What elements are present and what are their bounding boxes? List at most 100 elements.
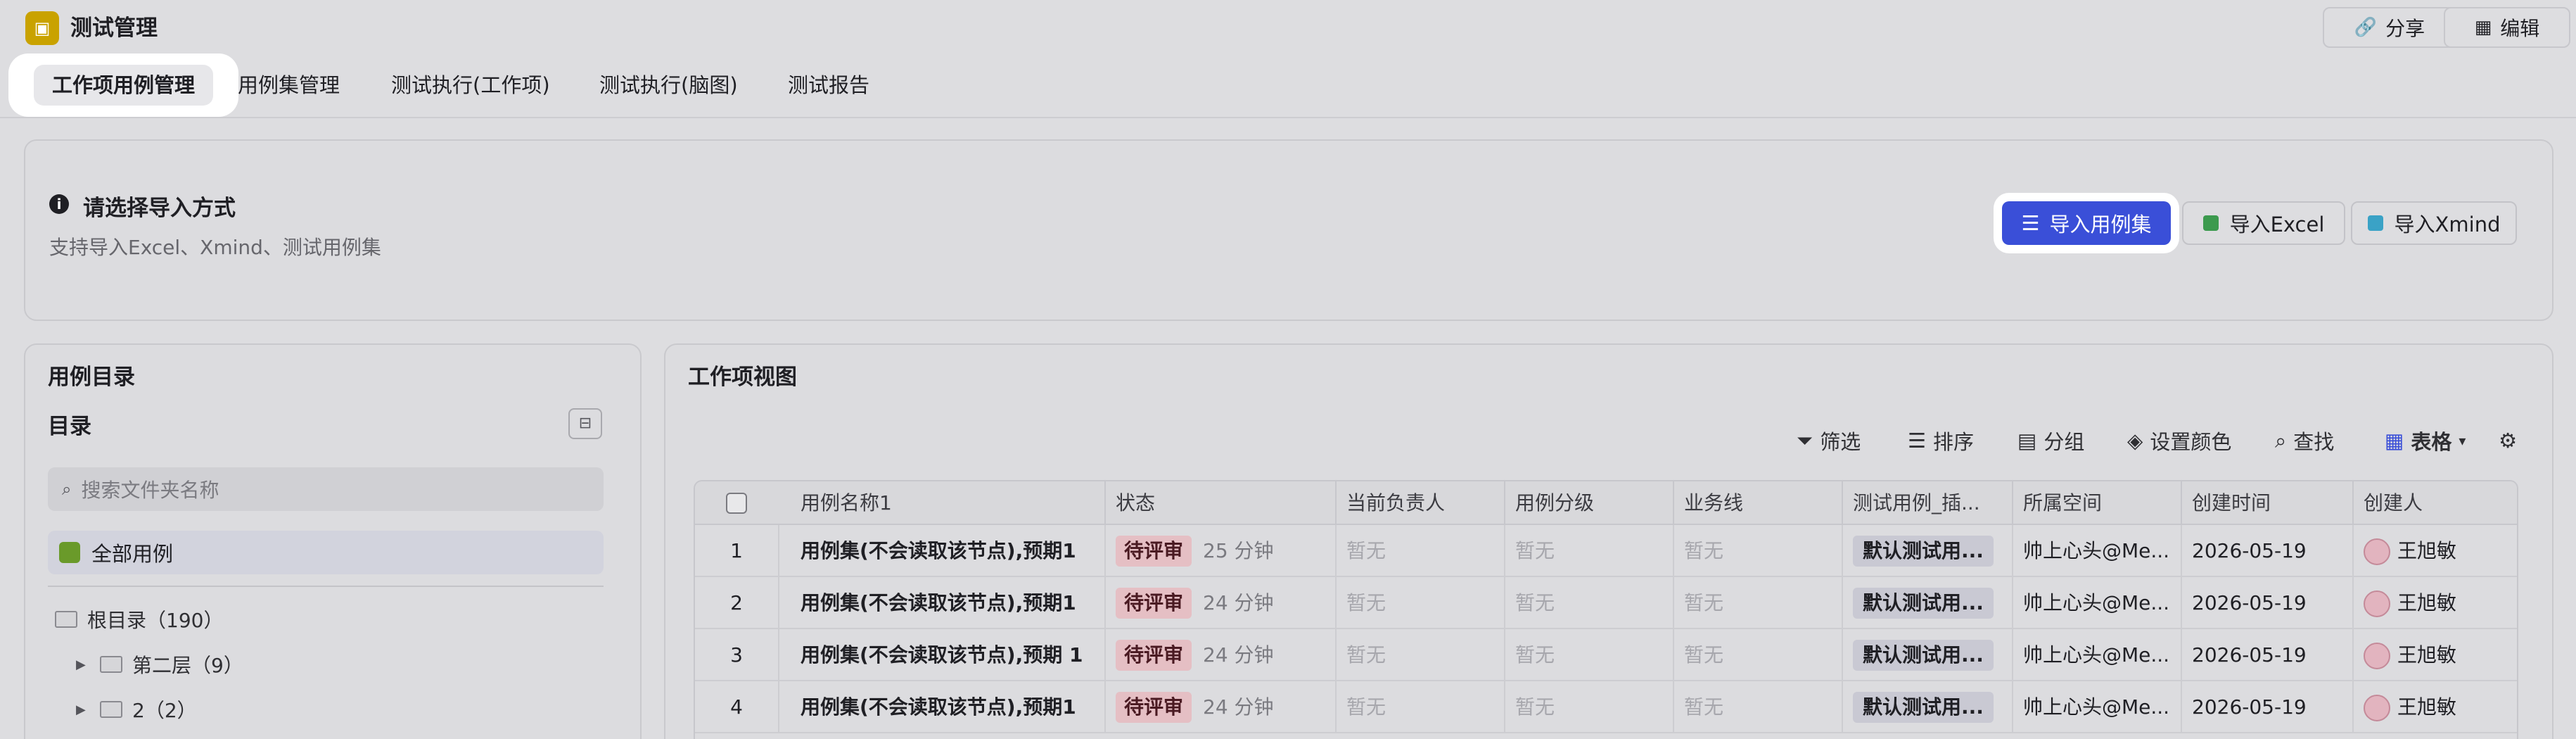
column-header[interactable]: 用例名称1: [801, 481, 892, 525]
space[interactable]: 帅上心头@Me...: [2013, 629, 2182, 681]
creator-cell[interactable]: 王旭敏: [2354, 525, 2517, 577]
all-cases-icon: [59, 542, 80, 563]
plugin-cell[interactable]: 默认测试用...: [1843, 629, 2013, 681]
tab-bar: 工作项用例管理 用例集管理 测试执行(工作项) 测试执行(脑图) 测试报告: [0, 55, 2576, 115]
app-logo-icon: ▣: [25, 11, 59, 45]
case-name[interactable]: 用例集(不会读取该节点),预期1: [779, 525, 1106, 577]
list-import-icon: ☰: [2021, 211, 2040, 235]
column-header[interactable]: 当前负责人: [1337, 481, 1505, 525]
column-header[interactable]: 所属空间: [2013, 481, 2182, 525]
filter-label: 筛选: [1820, 430, 1861, 454]
workitem-view-title: 工作项视图: [688, 365, 797, 390]
settings-button[interactable]: ⚙: [2499, 424, 2517, 457]
case-level[interactable]: 暂无: [1505, 577, 1674, 629]
space[interactable]: 帅上心头@Me...: [2013, 681, 2182, 733]
tab-test-exec-workitem[interactable]: 测试执行(工作项): [391, 55, 550, 115]
business-line[interactable]: 暂无: [1674, 629, 1843, 681]
tree-item-root[interactable]: 根目录（190）: [55, 605, 223, 633]
share-button[interactable]: 🔗 分享: [2323, 7, 2456, 48]
status-cell[interactable]: 待评审 25 分钟: [1106, 525, 1337, 577]
folder-icon: [100, 656, 122, 673]
creator-name: 王旭敏: [2397, 695, 2457, 719]
tab-test-report[interactable]: 测试报告: [788, 55, 869, 115]
view-switch-button[interactable]: ▦ 表格 ▾: [2385, 424, 2466, 457]
excel-icon: [2202, 215, 2219, 231]
folder-icon: [100, 701, 122, 718]
tab-case-set-mgmt[interactable]: 用例集管理: [238, 55, 340, 115]
status-cell[interactable]: 待评审 24 分钟: [1106, 681, 1337, 733]
column-header[interactable]: 用例分级: [1505, 481, 1674, 525]
sort-button[interactable]: ☰ 排序: [1908, 424, 1974, 457]
status-badge: 待评审: [1116, 588, 1192, 619]
caret-right-icon[interactable]: ▶: [76, 657, 90, 672]
owner[interactable]: 暂无: [1337, 681, 1505, 733]
plugin-tag: 默认测试用...: [1853, 640, 1994, 671]
table-row[interactable]: 3 用例集(不会读取该节点),预期 1 待评审 24 分钟 暂无 暂无 暂无 默认…: [695, 629, 2517, 681]
creator-cell[interactable]: 王旭敏: [2354, 577, 2517, 629]
case-name[interactable]: 用例集(不会读取该节点),预期1: [779, 577, 1106, 629]
status-cell[interactable]: 待评审 24 分钟: [1106, 629, 1337, 681]
set-color-label: 设置颜色: [2150, 430, 2232, 454]
all-cases-item[interactable]: 全部用例: [48, 531, 604, 574]
case-name[interactable]: 用例集(不会读取该节点),预期 1: [779, 629, 1106, 681]
import-case-set-label: 导入用例集: [2049, 213, 2152, 236]
owner[interactable]: 暂无: [1337, 525, 1505, 577]
column-header[interactable]: 创建人: [2354, 481, 2517, 525]
search-icon: ⌕: [62, 479, 72, 499]
case-level[interactable]: 暂无: [1505, 525, 1674, 577]
business-line[interactable]: 暂无: [1674, 525, 1843, 577]
plugin-cell[interactable]: 默认测试用...: [1843, 681, 2013, 733]
table-row[interactable]: 1 用例集(不会读取该节点),预期1 待评审 25 分钟 暂无 暂无 暂无 默认测…: [695, 525, 2517, 577]
case-level[interactable]: 暂无: [1505, 681, 1674, 733]
tab-test-exec-mindmap[interactable]: 测试执行(脑图): [599, 55, 738, 115]
find-icon: ⌕: [2275, 428, 2287, 453]
table-row[interactable]: 2 用例集(不会读取该节点),预期1 待评审 24 分钟 暂无 暂无 暂无 默认测…: [695, 577, 2517, 629]
space[interactable]: 帅上心头@Me...: [2013, 577, 2182, 629]
column-header[interactable]: 业务线: [1674, 481, 1843, 525]
column-header[interactable]: 状态: [1106, 481, 1337, 525]
import-title: 请选择导入方式: [83, 196, 236, 221]
workitem-table: 用例名称1 状态 当前负责人 用例分级 业务线 测试用例_插... 所属空间 创…: [694, 480, 2518, 739]
case-name[interactable]: 用例集(不会读取该节点),预期1: [779, 681, 1106, 733]
filter-button[interactable]: ⏷ 筛选: [1797, 424, 1861, 457]
group-button[interactable]: ▤ 分组: [2017, 424, 2084, 457]
edit-button[interactable]: ▦ 编辑: [2444, 7, 2570, 48]
creator-cell[interactable]: 王旭敏: [2354, 629, 2517, 681]
duration: 24 分钟: [1203, 695, 1274, 719]
folder-search-input[interactable]: ⌕ 搜索文件夹名称: [48, 467, 604, 511]
business-line[interactable]: 暂无: [1674, 577, 1843, 629]
owner[interactable]: 暂无: [1337, 629, 1505, 681]
avatar: [2364, 695, 2390, 721]
column-header[interactable]: 测试用例_插...: [1843, 481, 2013, 525]
tree-divider: [48, 586, 604, 587]
case-level[interactable]: 暂无: [1505, 629, 1674, 681]
import-subtitle: 支持导入Excel、Xmind、测试用例集: [49, 236, 381, 259]
table-row[interactable]: 4 用例集(不会读取该节点),预期1 待评审 24 分钟 暂无 暂无 暂无 默认测…: [695, 681, 2517, 733]
status-cell[interactable]: 待评审 24 分钟: [1106, 577, 1337, 629]
import-xmind-button[interactable]: 导入Xmind: [2351, 201, 2517, 245]
tree-item-2[interactable]: ▶ 2（2）: [76, 695, 197, 724]
business-line[interactable]: 暂无: [1674, 681, 1843, 733]
grid-plus-icon: ▦: [2474, 17, 2492, 38]
page: ▣ 测试管理 🔗 分享 ▦ 编辑 工作项用例管理 用例集管理 测试执行(工作项)…: [0, 0, 2576, 739]
space[interactable]: 帅上心头@Me...: [2013, 525, 2182, 577]
column-header[interactable]: 创建时间: [2182, 481, 2354, 525]
creator-cell[interactable]: 王旭敏: [2354, 681, 2517, 733]
set-color-button[interactable]: ◈ 设置颜色: [2127, 424, 2231, 457]
info-icon: i: [49, 194, 69, 214]
plugin-tag: 默认测试用...: [1853, 692, 1994, 723]
import-excel-button[interactable]: 导入Excel: [2182, 201, 2345, 245]
plugin-cell[interactable]: 默认测试用...: [1843, 525, 2013, 577]
owner[interactable]: 暂无: [1337, 577, 1505, 629]
import-case-set-button[interactable]: ☰ 导入用例集: [2002, 201, 2171, 245]
find-button[interactable]: ⌕ 查找: [2275, 424, 2334, 457]
row-number: 1: [695, 525, 779, 577]
plugin-tag: 默认测试用...: [1853, 588, 1994, 619]
select-all-checkbox[interactable]: [726, 493, 747, 514]
caret-right-icon[interactable]: ▶: [76, 702, 90, 717]
group-icon: ▤: [2017, 429, 2037, 453]
plugin-cell[interactable]: 默认测试用...: [1843, 577, 2013, 629]
tree-label: 根目录（190）: [87, 609, 224, 632]
tree-item-level2[interactable]: ▶ 第二层（9）: [76, 650, 243, 678]
tab-workitem-case-mgmt[interactable]: 工作项用例管理: [10, 55, 238, 115]
